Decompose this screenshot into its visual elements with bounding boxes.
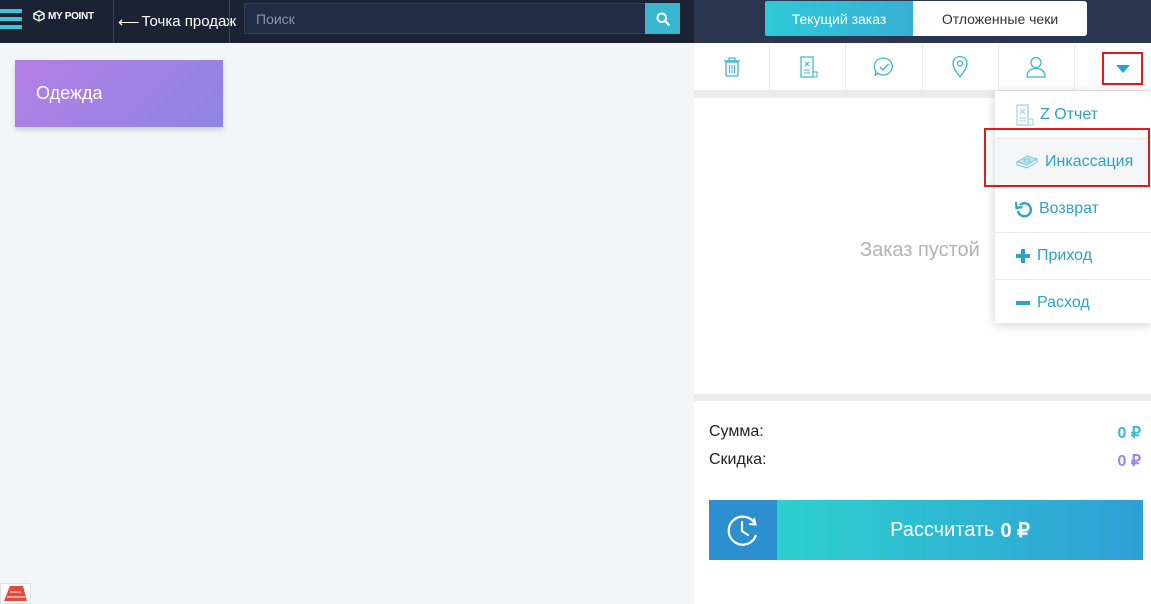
category-tile[interactable]: Одежда bbox=[15, 60, 223, 127]
sum-label: Сумма: bbox=[709, 423, 764, 440]
undo-icon bbox=[1015, 201, 1033, 218]
menu-item-label: Расход bbox=[1037, 294, 1090, 311]
pay-amount: 0 ₽ bbox=[1000, 519, 1030, 542]
pay-main[interactable]: Рассчитать 0 ₽ bbox=[777, 500, 1143, 560]
menu-item-return[interactable]: Возврат bbox=[995, 185, 1151, 232]
top-bar: MY POINT ⟵ Точка продаж bbox=[0, 0, 694, 43]
search-icon bbox=[656, 12, 670, 26]
search-input[interactable] bbox=[245, 4, 645, 33]
receipt-icon bbox=[800, 56, 818, 78]
menu-item-label: Z Отчет bbox=[1040, 105, 1099, 123]
sum-value: 0 ₽ bbox=[1117, 425, 1141, 442]
search-box bbox=[244, 3, 680, 34]
menu-item-income[interactable]: Приход bbox=[995, 232, 1151, 279]
menu-item-label: Инкассация bbox=[1045, 153, 1134, 170]
customer-button[interactable] bbox=[999, 43, 1075, 91]
discount-row: Скидка: 0 ₽ bbox=[709, 451, 1141, 471]
separator bbox=[694, 394, 1151, 401]
z-report-icon bbox=[1016, 103, 1034, 126]
minus-icon bbox=[1016, 301, 1030, 305]
back-label: Точка продаж bbox=[141, 13, 237, 30]
more-menu: Z Отчет Инкассация Возврат Приход Расход bbox=[995, 91, 1151, 323]
discount-label: Скидка: bbox=[709, 451, 767, 468]
menu-item-collection[interactable]: Инкассация bbox=[995, 138, 1151, 185]
sum-row: Сумма: 0 ₽ bbox=[709, 423, 1141, 443]
location-button[interactable] bbox=[923, 43, 999, 91]
money-stack-icon bbox=[1015, 155, 1039, 169]
tab-deferred-receipts[interactable]: Отложенные чеки bbox=[913, 1, 1087, 36]
discount-value: 0 ₽ bbox=[1117, 453, 1141, 470]
menu-icon[interactable] bbox=[0, 9, 22, 33]
menu-item-expense[interactable]: Расход bbox=[995, 279, 1151, 326]
order-tabs: Текущий заказ Отложенные чеки bbox=[765, 1, 1087, 36]
menu-item-label: Приход bbox=[1037, 247, 1093, 264]
empty-order-text: Заказ пустой bbox=[860, 239, 980, 261]
search-button[interactable] bbox=[645, 3, 680, 34]
divider bbox=[229, 0, 230, 43]
logo-text: MY POINT bbox=[48, 10, 94, 22]
user-icon bbox=[1026, 56, 1046, 78]
location-icon bbox=[952, 56, 968, 78]
comment-button[interactable] bbox=[846, 43, 923, 91]
arrow-left-icon: ⟵ bbox=[118, 13, 140, 31]
widget-icon bbox=[4, 586, 27, 601]
pay-button[interactable]: Рассчитать 0 ₽ bbox=[709, 500, 1143, 560]
caret-down-icon bbox=[1115, 64, 1130, 73]
more-dropdown-button[interactable] bbox=[1102, 52, 1143, 85]
clock-icon bbox=[727, 515, 758, 546]
tab-current-order[interactable]: Текущий заказ bbox=[765, 1, 913, 36]
logo-icon bbox=[33, 10, 45, 22]
delete-button[interactable] bbox=[694, 43, 771, 91]
order-toolbar bbox=[694, 43, 1151, 91]
back-button[interactable]: ⟵ Точка продаж bbox=[118, 0, 236, 43]
comment-check-icon bbox=[873, 57, 893, 77]
menu-item-label: Возврат bbox=[1039, 200, 1099, 217]
corner-widget[interactable] bbox=[0, 583, 31, 604]
receipt-button[interactable] bbox=[770, 43, 847, 91]
trash-icon bbox=[723, 57, 740, 77]
logo: MY POINT bbox=[33, 10, 94, 22]
divider bbox=[113, 0, 114, 43]
pay-timer-button[interactable] bbox=[709, 500, 777, 560]
menu-item-z-report[interactable]: Z Отчет bbox=[995, 91, 1151, 138]
plus-icon bbox=[1016, 249, 1030, 263]
pay-label: Рассчитать bbox=[890, 518, 995, 541]
